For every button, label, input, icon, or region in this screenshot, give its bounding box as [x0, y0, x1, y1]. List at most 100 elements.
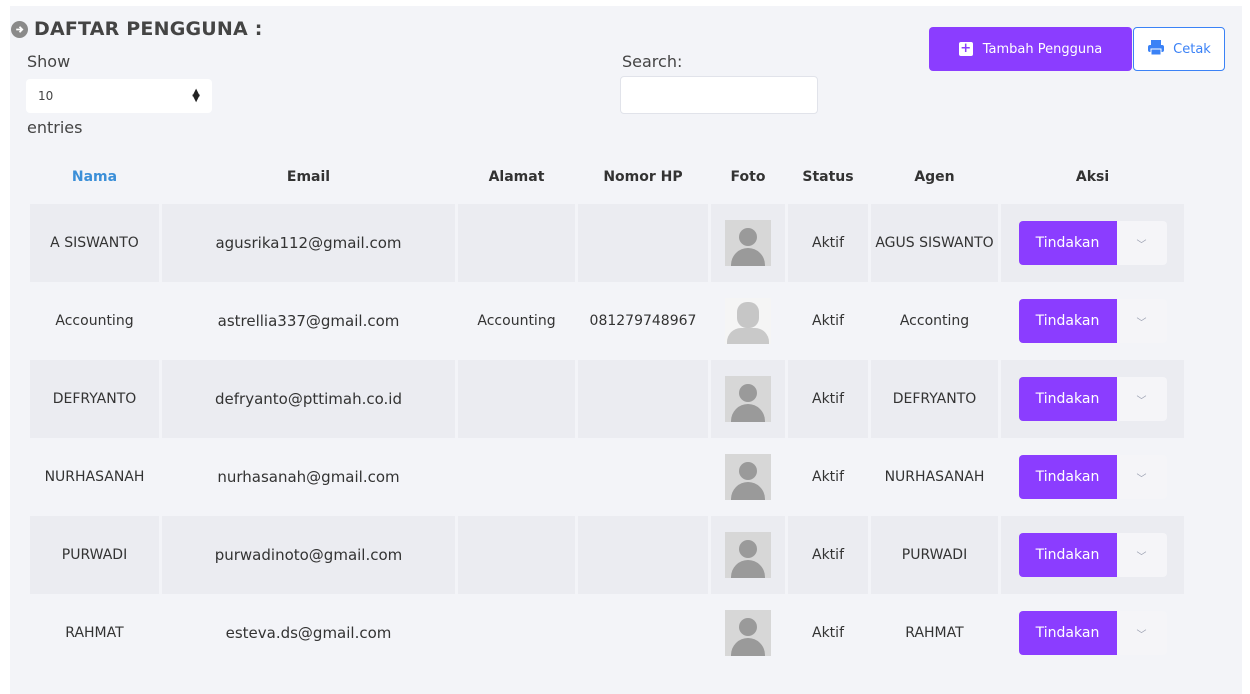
- cell-agen: AGUS SISWANTO: [871, 204, 998, 282]
- cell-alamat: [458, 204, 575, 282]
- cell-nama: DEFRYANTO: [30, 360, 159, 438]
- cell-foto: [711, 204, 785, 282]
- tindakan-button[interactable]: Tindakan: [1018, 377, 1117, 421]
- cell-alamat: Accounting: [458, 282, 575, 360]
- cell-foto: [711, 516, 785, 594]
- column-header-status[interactable]: Status: [788, 150, 868, 204]
- cell-status: Aktif: [788, 594, 868, 672]
- cell-nama: NURHASANAH: [30, 438, 159, 516]
- cell-nomor-hp: [578, 594, 708, 672]
- cell-email: astrellia337@gmail.com: [162, 282, 455, 360]
- cell-foto: [711, 282, 785, 360]
- tindakan-button[interactable]: Tindakan: [1018, 299, 1117, 343]
- chevron-down-icon[interactable]: ﹀: [1116, 377, 1167, 421]
- cell-email: defryanto@pttimah.co.id: [162, 360, 455, 438]
- avatar: [725, 220, 771, 266]
- column-header-nama[interactable]: Nama: [30, 150, 159, 204]
- entries-label: entries: [27, 118, 83, 137]
- cell-aksi: Tindakan ﹀: [1001, 438, 1184, 516]
- cell-nama: PURWADI: [30, 516, 159, 594]
- action-button-group: Tindakan ﹀: [1018, 299, 1167, 343]
- chevron-down-icon[interactable]: ﹀: [1116, 455, 1167, 499]
- table-row: DEFRYANTO defryanto@pttimah.co.id Aktif …: [30, 360, 1184, 438]
- add-user-button[interactable]: + Tambah Pengguna: [929, 27, 1132, 71]
- cell-nomor-hp: [578, 360, 708, 438]
- table-header-row: Nama Email Alamat Nomor HP Foto Status A…: [30, 150, 1184, 204]
- avatar: [725, 376, 771, 422]
- cell-nomor-hp: [578, 204, 708, 282]
- cell-foto: [711, 594, 785, 672]
- cell-email: esteva.ds@gmail.com: [162, 594, 455, 672]
- column-header-alamat[interactable]: Alamat: [458, 150, 575, 204]
- column-header-foto[interactable]: Foto: [711, 150, 785, 204]
- cell-alamat: [458, 438, 575, 516]
- table-row: RAHMAT esteva.ds@gmail.com Aktif RAHMAT …: [30, 594, 1184, 672]
- chevron-down-icon[interactable]: ﹀: [1116, 221, 1167, 265]
- action-button-group: Tindakan ﹀: [1018, 533, 1167, 577]
- page-title: DAFTAR PENGGUNA :: [34, 18, 263, 40]
- cell-alamat: [458, 594, 575, 672]
- chevron-down-icon[interactable]: ﹀: [1116, 533, 1167, 577]
- tindakan-button[interactable]: Tindakan: [1018, 611, 1117, 655]
- column-header-aksi[interactable]: Aksi: [1001, 150, 1184, 204]
- entries-select[interactable]: 10 ▲ ▼: [26, 79, 212, 113]
- action-button-group: Tindakan ﹀: [1018, 611, 1167, 655]
- cell-status: Aktif: [788, 438, 868, 516]
- table-row: A SISWANTO agusrika112@gmail.com Aktif A…: [30, 204, 1184, 282]
- tindakan-button[interactable]: Tindakan: [1018, 455, 1117, 499]
- cell-email: agusrika112@gmail.com: [162, 204, 455, 282]
- tindakan-button[interactable]: Tindakan: [1018, 533, 1117, 577]
- cell-aksi: Tindakan ﹀: [1001, 594, 1184, 672]
- tindakan-button[interactable]: Tindakan: [1018, 221, 1117, 265]
- sort-arrows-icon: ▲ ▼: [192, 87, 200, 104]
- cell-nama: RAHMAT: [30, 594, 159, 672]
- cell-foto: [711, 360, 785, 438]
- cell-agen: Acconting: [871, 282, 998, 360]
- cell-email: purwadinoto@gmail.com: [162, 516, 455, 594]
- plus-square-icon: +: [958, 41, 973, 56]
- add-user-button-label: Tambah Pengguna: [982, 41, 1103, 57]
- cell-aksi: Tindakan ﹀: [1001, 204, 1184, 282]
- avatar: [725, 454, 771, 500]
- column-header-email[interactable]: Email: [162, 150, 455, 204]
- cell-status: Aktif: [788, 282, 868, 360]
- print-button-label: Cetak: [1173, 41, 1211, 57]
- cell-status: Aktif: [788, 360, 868, 438]
- search-label: Search:: [622, 52, 683, 71]
- users-table: Nama Email Alamat Nomor HP Foto Status A…: [27, 150, 1187, 672]
- cell-nomor-hp: [578, 438, 708, 516]
- print-button[interactable]: Cetak: [1133, 27, 1225, 71]
- avatar: [725, 298, 771, 344]
- cell-alamat: [458, 360, 575, 438]
- cell-agen: DEFRYANTO: [871, 360, 998, 438]
- avatar: [725, 532, 771, 578]
- cell-email: nurhasanah@gmail.com: [162, 438, 455, 516]
- arrow-circle-right-icon: [11, 20, 28, 38]
- cell-agen: NURHASANAH: [871, 438, 998, 516]
- page-header: DAFTAR PENGGUNA :: [11, 17, 263, 41]
- cell-nama: A SISWANTO: [30, 204, 159, 282]
- chevron-down-icon[interactable]: ﹀: [1116, 299, 1167, 343]
- avatar: [725, 610, 771, 656]
- column-header-agen[interactable]: Agen: [871, 150, 998, 204]
- cell-aksi: Tindakan ﹀: [1001, 360, 1184, 438]
- column-header-nomor-hp[interactable]: Nomor HP: [578, 150, 708, 204]
- chevron-down-icon[interactable]: ﹀: [1116, 611, 1167, 655]
- action-button-group: Tindakan ﹀: [1018, 377, 1167, 421]
- cell-status: Aktif: [788, 204, 868, 282]
- cell-agen: PURWADI: [871, 516, 998, 594]
- cell-nomor-hp: 081279748967: [578, 282, 708, 360]
- cell-nama: Accounting: [30, 282, 159, 360]
- cell-nomor-hp: [578, 516, 708, 594]
- entries-select-value: 10: [38, 89, 54, 103]
- cell-aksi: Tindakan ﹀: [1001, 516, 1184, 594]
- search-input[interactable]: [620, 76, 818, 114]
- table-row: NURHASANAH nurhasanah@gmail.com Aktif NU…: [30, 438, 1184, 516]
- printer-icon: [1147, 39, 1165, 60]
- table-row: Accounting astrellia337@gmail.com Accoun…: [30, 282, 1184, 360]
- cell-status: Aktif: [788, 516, 868, 594]
- show-label: Show: [27, 52, 71, 71]
- table-row: PURWADI purwadinoto@gmail.com Aktif PURW…: [30, 516, 1184, 594]
- cell-agen: RAHMAT: [871, 594, 998, 672]
- action-button-group: Tindakan ﹀: [1018, 221, 1167, 265]
